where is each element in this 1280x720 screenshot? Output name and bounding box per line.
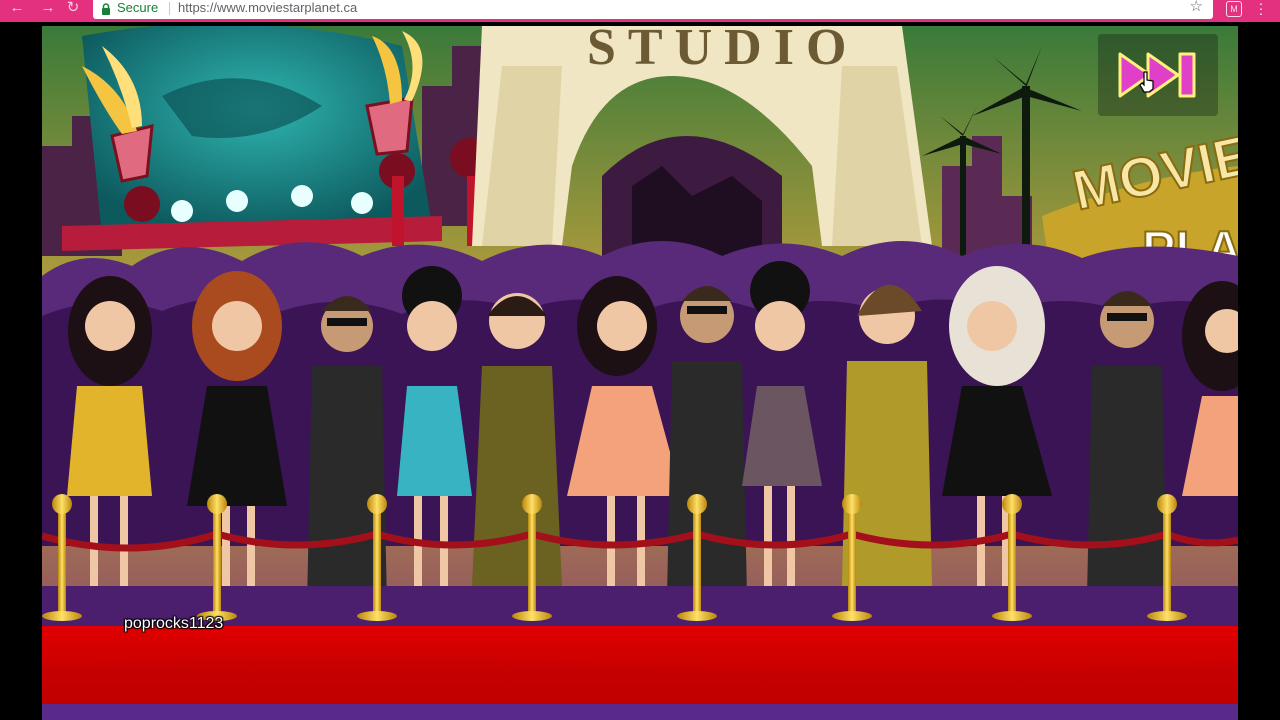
studio-gate: STUDIO	[472, 26, 932, 256]
lock-icon	[102, 3, 110, 15]
url-text[interactable]: https://www.moviestarplanet.ca	[178, 0, 357, 16]
secure-label: Secure	[117, 0, 159, 15]
studio-sign: STUDIO	[587, 26, 858, 76]
extension-icon[interactable]: M	[1226, 1, 1242, 17]
back-arrow-icon[interactable]: ←	[6, 0, 28, 18]
address-bar[interactable]: Secure https://www.moviestarplanet.ca ☆	[93, 0, 1213, 19]
reload-icon[interactable]: ↻	[62, 0, 84, 18]
separator	[169, 2, 170, 15]
forward-arrow-icon[interactable]: →	[37, 0, 59, 18]
browser-toolbar: ← → ↻ Secure https://www.moviestarplanet…	[0, 0, 1280, 22]
bookmark-star-icon[interactable]: ☆	[1190, 0, 1203, 15]
fast-forward-icon	[1118, 52, 1196, 98]
player-username[interactable]: poprocks1123	[124, 615, 223, 633]
skip-intro-button[interactable]	[1098, 34, 1218, 116]
menu-dots-icon[interactable]: · · ·	[1258, 0, 1264, 20]
hand-cursor-icon	[1139, 71, 1154, 93]
game-viewport[interactable]: STUDIO MOVIE PLA	[42, 26, 1238, 720]
